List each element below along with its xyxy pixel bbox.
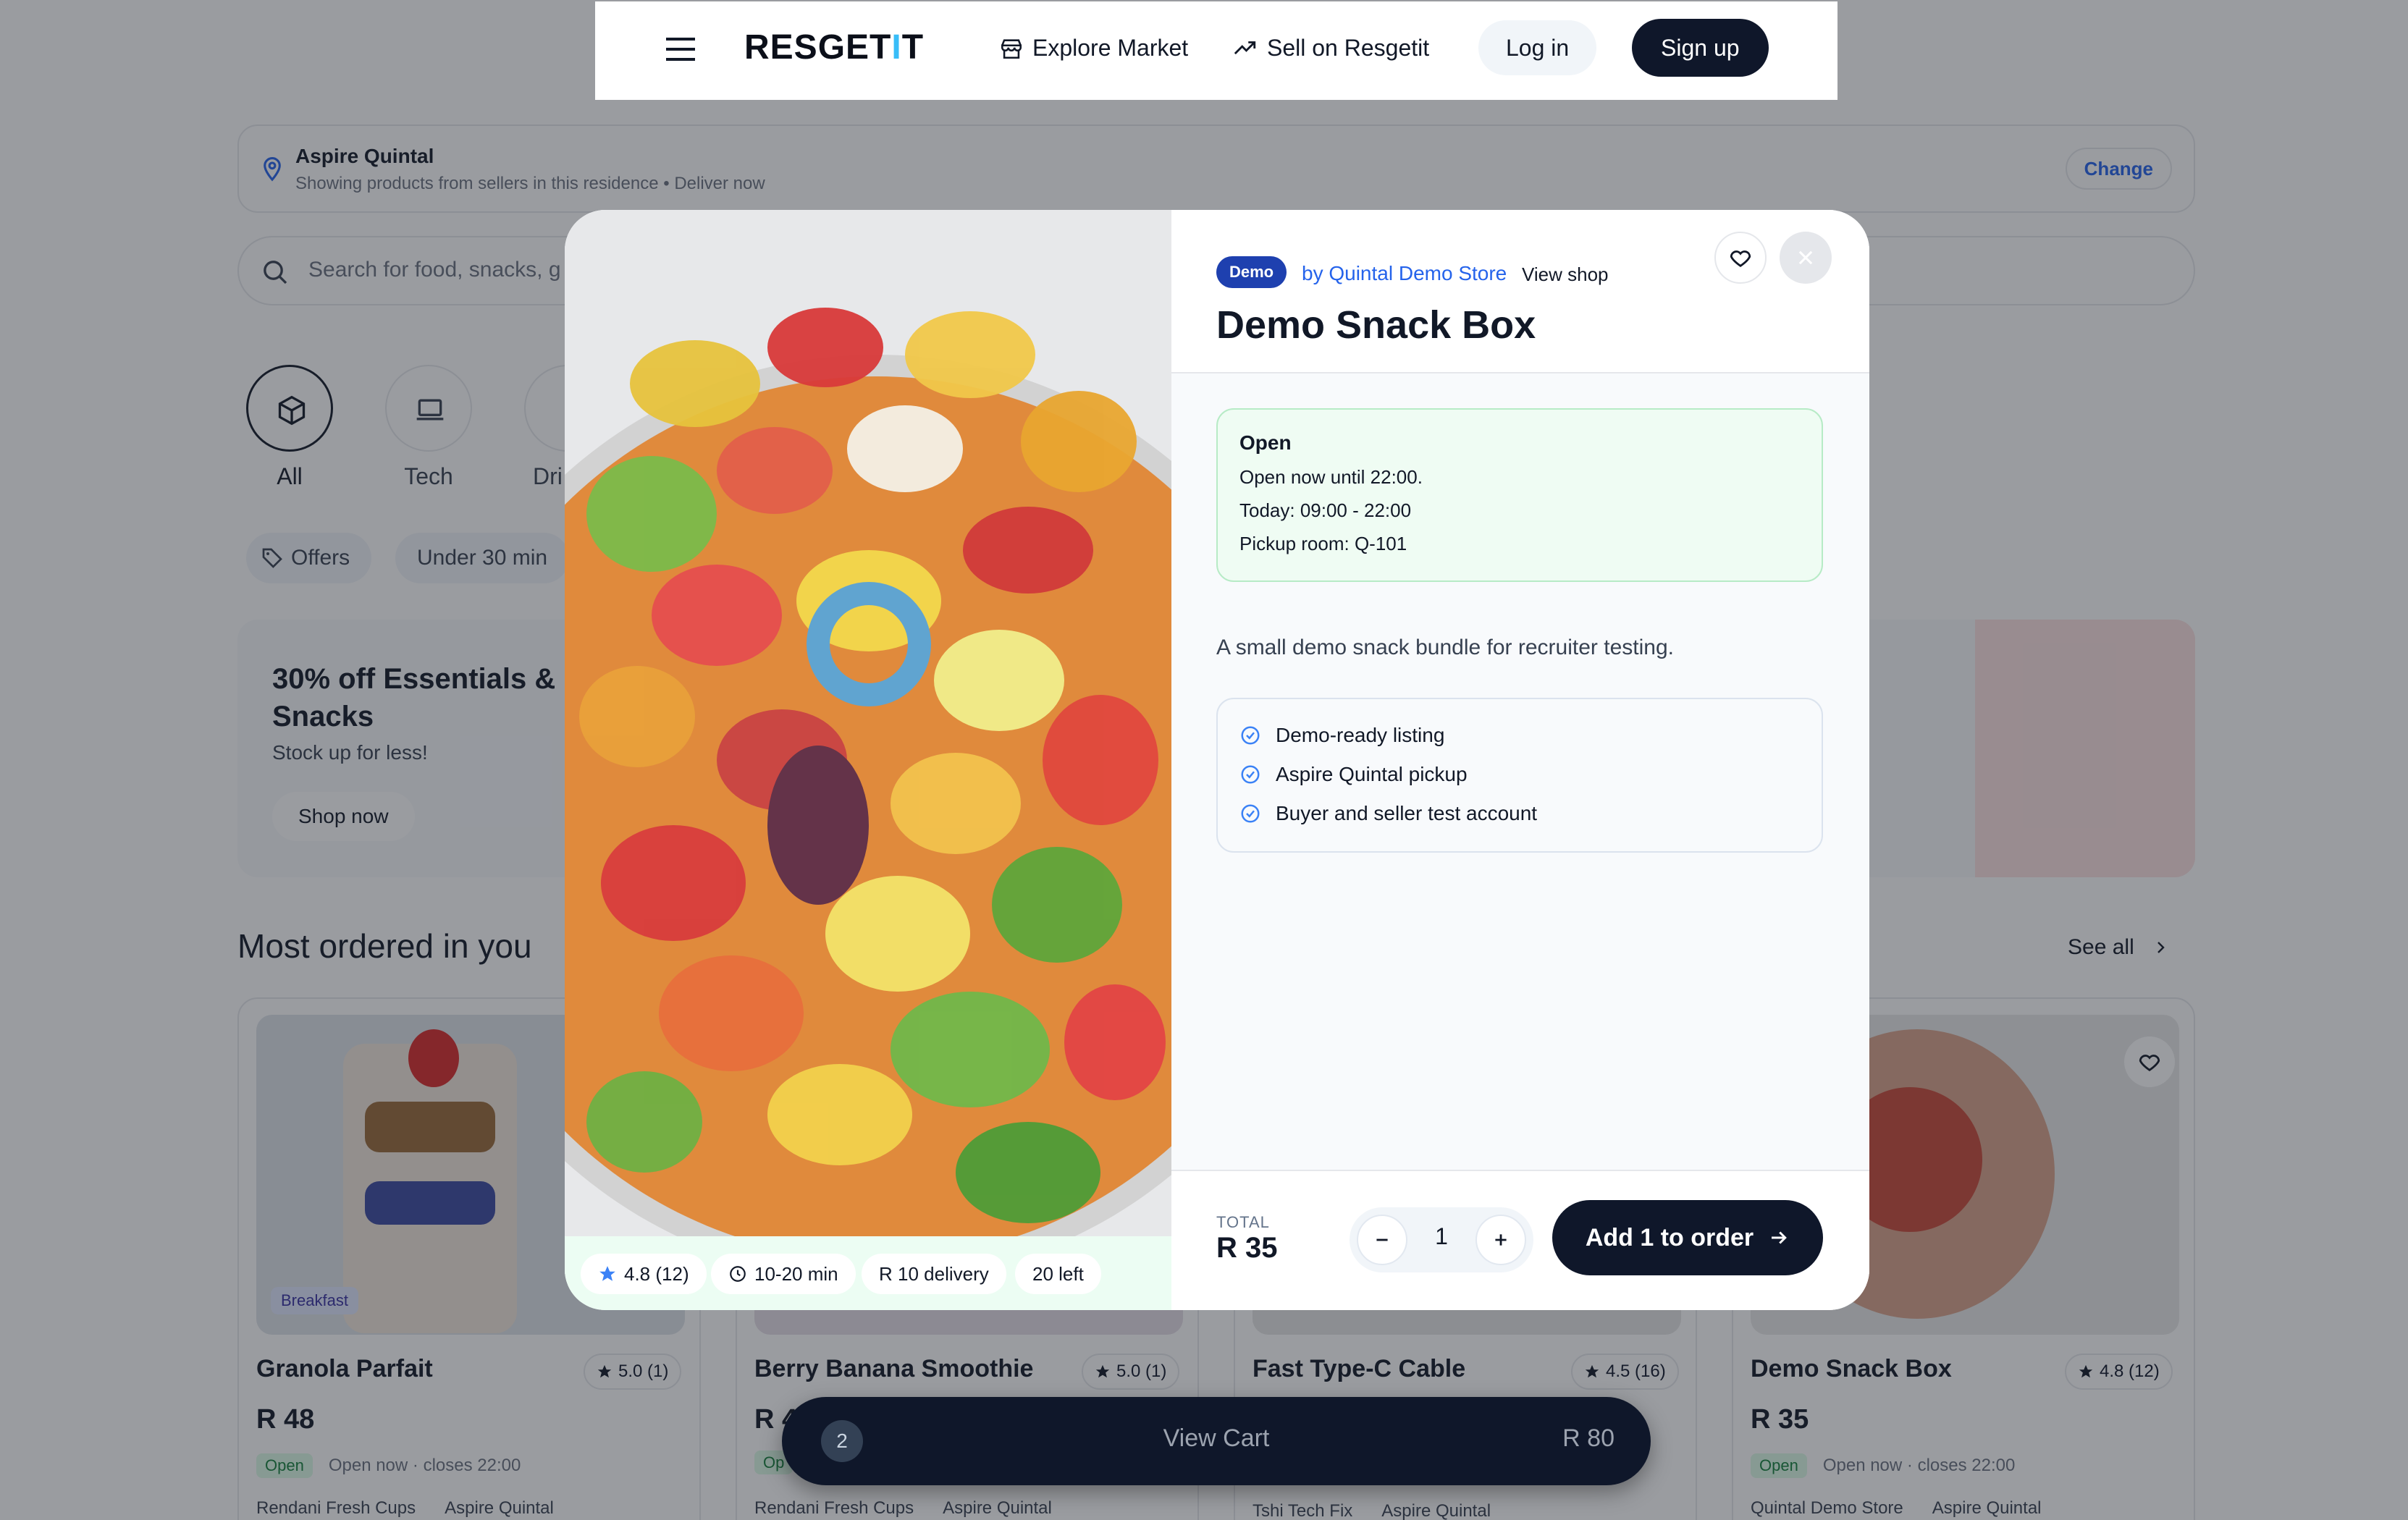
demo-badge: Demo bbox=[1216, 256, 1287, 288]
increase-quantity-button[interactable] bbox=[1475, 1215, 1526, 1265]
favorite-button[interactable] bbox=[1714, 232, 1767, 284]
close-icon bbox=[1796, 248, 1816, 268]
trending-up-icon bbox=[1232, 36, 1258, 61]
status-hours: Today: 09:00 - 22:00 bbox=[1239, 499, 1412, 521]
modal-header: Demo by Quintal Demo Store View shop Dem… bbox=[1171, 210, 1869, 373]
brand-logo[interactable]: RESGETIT bbox=[744, 28, 924, 67]
store-status-card: Open Open now until 22:00. Today: 09:00 … bbox=[1216, 408, 1823, 582]
status-line: Open now until 22:00. bbox=[1239, 466, 1423, 488]
modal-image-panel: 4.8 (12) 10-20 min R 10 delivery 20 left bbox=[565, 210, 1171, 1310]
decrease-quantity-button[interactable] bbox=[1357, 1215, 1407, 1265]
store-icon bbox=[999, 36, 1024, 61]
product-description: A small demo snack bundle for recruiter … bbox=[1216, 636, 1674, 659]
stock-chip: 20 left bbox=[1015, 1254, 1101, 1294]
features-list: Demo-ready listing Aspire Quintal pickup… bbox=[1216, 698, 1823, 853]
explore-market-link[interactable]: Explore Market bbox=[999, 35, 1188, 62]
heart-icon bbox=[1728, 245, 1753, 270]
close-button[interactable] bbox=[1780, 232, 1832, 284]
minus-icon bbox=[1373, 1230, 1392, 1249]
pickup-room: Pickup room: Q-101 bbox=[1239, 533, 1407, 554]
total-price: R 35 bbox=[1216, 1232, 1278, 1264]
view-cart-label: View Cart bbox=[1163, 1424, 1270, 1452]
store-link[interactable]: by Quintal Demo Store bbox=[1302, 262, 1507, 285]
product-image-candy-bowl bbox=[565, 210, 1171, 1236]
delivery-time-chip: 10-20 min bbox=[711, 1254, 856, 1294]
view-shop-link[interactable]: View shop bbox=[1522, 263, 1609, 286]
clock-icon bbox=[728, 1264, 747, 1283]
sell-link[interactable]: Sell on Resgetit bbox=[1232, 35, 1429, 62]
quantity-value: 1 bbox=[1435, 1223, 1448, 1249]
view-cart-bar[interactable]: 2 View Cart R 80 bbox=[782, 1397, 1651, 1485]
login-button[interactable]: Log in bbox=[1478, 20, 1597, 75]
modal-footer: TOTAL R 35 1 Add 1 to order bbox=[1171, 1170, 1869, 1310]
signup-button[interactable]: Sign up bbox=[1632, 19, 1769, 77]
check-circle-icon bbox=[1239, 725, 1261, 746]
top-navigation: RESGETIT Explore Market Sell on Resgetit… bbox=[595, 1, 1837, 100]
modal-details-panel: Demo by Quintal Demo Store View shop Dem… bbox=[1171, 210, 1869, 1310]
feature-item: Demo-ready listing bbox=[1239, 724, 1444, 747]
star-icon bbox=[598, 1264, 617, 1283]
check-circle-icon bbox=[1239, 764, 1261, 785]
total-label: TOTAL bbox=[1216, 1213, 1270, 1231]
arrow-right-icon bbox=[1768, 1227, 1790, 1249]
menu-icon[interactable] bbox=[666, 36, 695, 62]
status-title: Open bbox=[1239, 431, 1292, 454]
delivery-fee-chip: R 10 delivery bbox=[862, 1254, 1006, 1294]
feature-item: Buyer and seller test account bbox=[1239, 802, 1537, 825]
cart-total: R 80 bbox=[1562, 1424, 1615, 1452]
product-title: Demo Snack Box bbox=[1216, 303, 1536, 347]
rating-chip: 4.8 (12) bbox=[581, 1254, 707, 1294]
product-stats-bar: 4.8 (12) 10-20 min R 10 delivery 20 left bbox=[565, 1236, 1171, 1310]
check-circle-icon bbox=[1239, 803, 1261, 824]
quantity-stepper: 1 bbox=[1350, 1207, 1533, 1272]
plus-icon bbox=[1491, 1230, 1510, 1249]
product-modal: 4.8 (12) 10-20 min R 10 delivery 20 left… bbox=[565, 210, 1869, 1310]
add-to-order-button[interactable]: Add 1 to order bbox=[1552, 1200, 1823, 1275]
feature-item: Aspire Quintal pickup bbox=[1239, 763, 1468, 786]
